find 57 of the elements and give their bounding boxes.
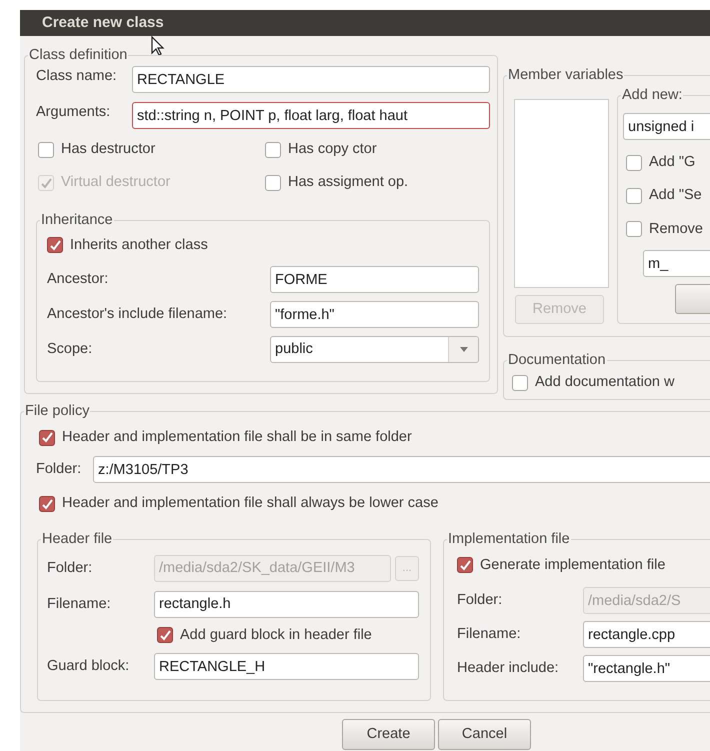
text-field[interactable]: unsigned i	[623, 113, 710, 140]
checkbox-label: Has assigment op.	[288, 174, 408, 192]
text-field[interactable]: rectangle.h	[154, 590, 419, 618]
field-label: Class name:	[36, 67, 118, 86]
checkbox[interactable]	[626, 221, 642, 238]
group-title: File policy	[24, 402, 90, 420]
checkbox-label: Add "Se	[649, 187, 702, 205]
field-label: Folder:	[457, 592, 504, 610]
checkbox-label: Add "G	[649, 154, 696, 172]
checkbox[interactable]	[265, 175, 281, 192]
field-label: Filename:	[457, 626, 522, 644]
checkbox-label: Inherits another class	[70, 236, 208, 254]
text-field[interactable]: m_	[643, 250, 710, 278]
checkbox-label: Generate implementation file	[480, 556, 666, 574]
checkbox-label: Has copy ctor	[288, 141, 377, 158]
cursor-icon	[151, 36, 165, 56]
field-label: Guard block:	[47, 658, 130, 676]
dropdown-value: public	[274, 340, 314, 358]
field-label: Scope:	[47, 340, 94, 358]
checkbox-label: Has destructor	[61, 141, 156, 158]
checkbox[interactable]	[626, 188, 642, 204]
cancel-button[interactable]: Cancel	[438, 719, 531, 750]
group-title: Implementation file	[447, 530, 571, 548]
field-label: Folder:	[36, 461, 82, 479]
field-label: Ancestor's include filename:	[47, 306, 228, 324]
checkbox-label: Add documentation w	[535, 374, 674, 392]
checkbox-label: Header and implementation file shall always be lower case	[62, 495, 438, 513]
checkbox-label: Remove	[649, 220, 703, 238]
checkbox-label: Add guard block in header file	[180, 626, 372, 644]
checkbox[interactable]	[38, 142, 54, 158]
checkbox[interactable]	[47, 237, 63, 254]
checkbox-label: Virtual destructor	[61, 174, 170, 192]
list-box[interactable]	[514, 99, 609, 288]
text-field[interactable]: RECTANGLE	[132, 66, 490, 93]
text-field[interactable]: z:/M3105/TP3	[93, 456, 710, 484]
window-title: Create new class	[42, 14, 164, 31]
text-field[interactable]: FORME	[270, 266, 479, 294]
field-label: Folder:	[47, 560, 94, 577]
checkbox[interactable]	[512, 374, 528, 391]
checkbox-label: Header and implementation file shall be in same folder	[62, 429, 412, 446]
text-field[interactable]: "rectangle.h"	[583, 655, 710, 682]
checkbox[interactable]	[626, 154, 642, 171]
dropdown[interactable]: public	[270, 336, 479, 364]
text-field[interactable]: RECTANGLE_H	[154, 653, 419, 680]
checkbox[interactable]	[39, 430, 55, 446]
field-label: Filename:	[47, 596, 112, 613]
text-field[interactable]: std::string n, POINT p, float larg, float haut	[132, 102, 490, 129]
field-label: Header include:	[457, 660, 560, 678]
text-field[interactable]: rectangle.cpp	[583, 621, 710, 648]
checkbox[interactable]	[265, 142, 281, 158]
checkbox[interactable]	[39, 496, 55, 512]
text-field[interactable]: "forme.h"	[270, 301, 479, 328]
field-label: Ancestor:	[47, 270, 110, 288]
field-label: Arguments:	[36, 103, 112, 122]
create-button[interactable]: Create	[342, 719, 435, 750]
checkbox[interactable]	[457, 557, 473, 574]
checkbox[interactable]	[157, 627, 173, 644]
